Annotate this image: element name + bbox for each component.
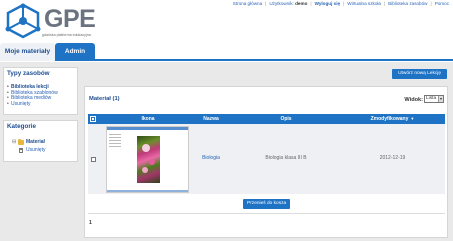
flower-photo (137, 136, 160, 183)
nav-help-link[interactable]: Pomoc (435, 1, 449, 6)
logo-tagline: gdańska platforma edukacyjna (42, 33, 91, 37)
nav-virtual-school-link[interactable]: Wirtualna szkoła (347, 1, 381, 6)
panel-title: Materiał (1) (89, 96, 120, 102)
move-to-trash-button[interactable]: Przenieś do kosza (243, 199, 291, 209)
column-header-name[interactable]: Nazwa (190, 114, 232, 124)
select-all-checkbox[interactable] (90, 116, 96, 122)
tree-branch: ⊟ (12, 139, 17, 145)
thumbnail-menu (109, 134, 121, 149)
categories-panel: Kategorie ⊟ Materiał Usunięty (3, 120, 78, 162)
tab-admin[interactable]: Admin (55, 43, 95, 61)
table-row[interactable]: Biologia Biologia klasa III B 2012-12-19 (88, 124, 445, 194)
nav-separator: | (310, 1, 312, 6)
page-number[interactable]: 1 (89, 220, 92, 226)
nav-logout-link[interactable]: Wyloguj się (315, 1, 340, 6)
tab-my-materials[interactable]: Moje materiały (0, 43, 55, 61)
column-header-icon[interactable]: Ikona (106, 114, 190, 124)
logo[interactable]: GPE gdańska platforma edukacyjna (4, 3, 114, 43)
nav-resource-library-link[interactable]: Biblioteka zasobów (388, 1, 427, 6)
tab-bar: Moje materiały Admin (0, 43, 453, 61)
divider (88, 213, 445, 214)
materials-panel: Materiał (1) Widok: Lista ▼ Ikona Nazwa … (84, 86, 448, 238)
category-label: Materiał (26, 139, 45, 145)
row-description: Biologia klasa III B (265, 155, 307, 161)
categories-tree: ⊟ Materiał Usunięty (4, 132, 77, 154)
column-header-modified[interactable]: Zmodyfikowany ▼ (340, 114, 445, 124)
logo-text: GPE (44, 5, 96, 33)
thumbnail-footer-bar (107, 190, 188, 192)
thumbnail-header-bar (107, 127, 188, 130)
user-label: Użytkownik: (269, 1, 294, 6)
chevron-down-icon: ▼ (438, 96, 443, 102)
nav-separator: | (265, 1, 267, 6)
view-label: Widok: (404, 97, 423, 103)
create-lesson-button[interactable]: Utwórz nową Lekcję (392, 69, 447, 79)
nav-home-link[interactable]: Strona główna (233, 1, 262, 6)
category-item-material[interactable]: ⊟ Materiał (12, 138, 77, 146)
view-select-value: Lista (426, 96, 437, 101)
folder-icon (18, 138, 24, 145)
row-checkbox[interactable] (91, 157, 96, 162)
main-content: Utwórz nową Lekcję Materiał (1) Widok: L… (82, 64, 450, 241)
resource-types-list: Biblioteka lekcji Biblioteka szablonów B… (4, 79, 77, 107)
sidebar-item-deleted[interactable]: Usunięty (7, 101, 77, 108)
column-header-modified-label: Zmodyfikowany (370, 116, 409, 122)
top-navigation: Strona główna | Użytkownik: demo | Wyloguj s… (233, 1, 449, 6)
trash-icon (19, 147, 23, 153)
nav-separator: | (430, 1, 432, 6)
resource-types-title: Typy zasobów (7, 70, 50, 77)
category-label: Usunięty (26, 147, 46, 153)
resource-types-panel: Typy zasobów Biblioteka lekcji Bibliotek… (3, 67, 78, 115)
nav-separator: | (343, 1, 345, 6)
table-header: Ikona Nazwa Opis Zmodyfikowany ▼ (88, 114, 445, 124)
categories-title: Kategorie (7, 123, 37, 130)
nav-separator: | (383, 1, 386, 6)
view-select[interactable]: Lista ▼ (424, 95, 444, 103)
sort-icon: ▼ (410, 116, 415, 121)
user-name: demo (295, 1, 308, 6)
category-item-deleted[interactable]: Usunięty (12, 146, 77, 154)
row-name-link[interactable]: Biologia (190, 155, 232, 161)
column-header-description[interactable]: Opis (232, 114, 340, 124)
lesson-thumbnail[interactable] (106, 126, 189, 193)
logo-hexagon-icon (5, 3, 41, 39)
row-modified-date: 2012-12-19 (379, 155, 406, 161)
